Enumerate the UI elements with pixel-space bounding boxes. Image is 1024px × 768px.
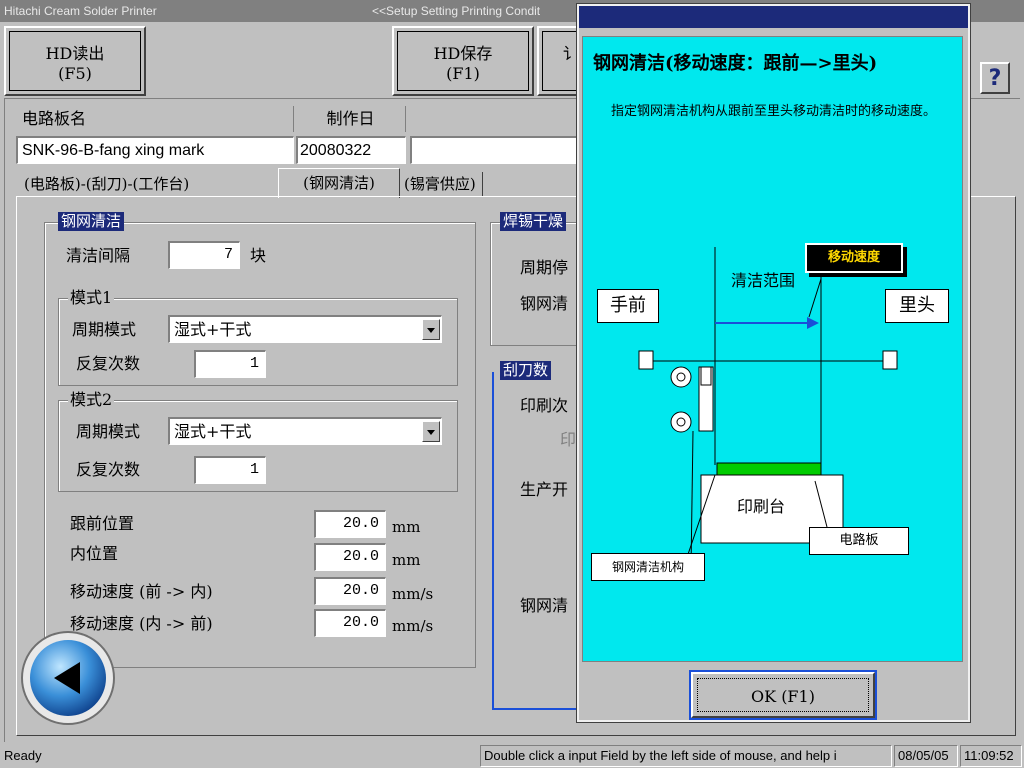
mode1-title: 模式1	[68, 288, 115, 308]
help-dialog: 钢网清洁(移动速度：跟前—>里头) 指定钢网清洁机构从跟前至里头移动清洁时的移动…	[576, 3, 971, 723]
solder-dry-title: 焊锡干燥	[500, 212, 567, 231]
mode1-cycle-value: 湿式+干式	[174, 320, 252, 339]
solder-dry-group	[490, 222, 590, 346]
hd-save-key: (F1)	[446, 64, 480, 83]
extra-field[interactable]	[410, 136, 580, 164]
cleaning-group-title: 钢网清洁	[58, 212, 125, 231]
status-bar: Ready Double click a input Field by the …	[0, 744, 1024, 768]
back-label: 里头	[885, 289, 949, 323]
status-time: 11:09:52	[960, 745, 1022, 767]
board-name-header: 电路板名	[16, 106, 294, 132]
window-subtitle: <<Setup Setting Printing Condit	[372, 4, 541, 18]
dialog-description: 指定钢网清洁机构从跟前至里头移动清洁时的移动速度。	[611, 104, 937, 119]
back-arrow-icon	[21, 631, 115, 725]
squeegee-title: 刮刀数	[500, 361, 552, 380]
status-ready: Ready	[4, 748, 42, 763]
window-title: Hitachi Cream Solder Printer	[4, 4, 157, 18]
hd-read-label: HD读出	[45, 44, 105, 63]
speed-out-input[interactable]: 20.0	[314, 609, 386, 637]
chevron-down-icon	[427, 430, 435, 435]
front-position-label: 跟前位置	[70, 514, 135, 533]
squeegee-row2: 印	[560, 430, 577, 449]
squeegee-row1: 印刷次	[520, 396, 569, 415]
status-hint: Double click a input Field by the left s…	[480, 745, 892, 767]
speed-in-unit: mm/s	[392, 585, 434, 603]
tab-solder-supply[interactable]: (锡膏供应)	[404, 172, 483, 196]
mode1-cycle-label: 周期模式	[72, 320, 137, 339]
cleaning-mechanism-label: 钢网清洁机构	[591, 553, 705, 581]
cleaning-range-label: 清洁范围	[731, 271, 796, 290]
speed-out-unit: mm/s	[392, 617, 434, 635]
speed-tag: 移动速度	[805, 243, 903, 273]
mode2-cycle-select[interactable]: 湿式+干式	[168, 417, 442, 445]
help-button[interactable]: ?	[980, 62, 1010, 94]
tab-stencil-cleaning[interactable]: (钢网清洁)	[278, 168, 400, 198]
solder-dry-row2: 钢网清	[520, 294, 569, 313]
chevron-down-icon	[427, 328, 435, 333]
front-position-input[interactable]: 20.0	[314, 510, 386, 538]
mode2-cycle-value: 湿式+干式	[174, 422, 252, 441]
mode1-repeat-label: 反复次数	[76, 354, 141, 373]
mode2-repeat-input[interactable]: 1	[194, 456, 266, 484]
interval-label: 清洁间隔	[66, 246, 131, 265]
mode1-dropdown-button[interactable]	[422, 319, 440, 340]
tab-board-squeegee-table[interactable]: (电路板)-(刮刀)-(工作台)	[24, 172, 189, 196]
date-field[interactable]: 20080322	[296, 136, 406, 164]
speed-in-input[interactable]: 20.0	[314, 577, 386, 605]
mode2-cycle-label: 周期模式	[76, 422, 141, 441]
hd-read-button[interactable]: HD读出 (F5)	[4, 26, 146, 96]
ok-button[interactable]: OK (F1)	[689, 670, 877, 720]
print-table-label: 印刷台	[737, 497, 786, 516]
squeegee-row3: 生产开	[520, 480, 569, 499]
mode1-repeat-input[interactable]: 1	[194, 350, 266, 378]
hd-read-key: (F5)	[58, 64, 92, 83]
hd-save-button[interactable]: HD保存 (F1)	[392, 26, 534, 96]
date-header: 制作日	[296, 106, 406, 132]
mode2-dropdown-button[interactable]	[422, 421, 440, 442]
status-date: 08/05/05	[894, 745, 958, 767]
front-position-unit: mm	[392, 518, 421, 536]
inner-position-unit: mm	[392, 551, 421, 569]
inner-position-label: 内位置	[70, 544, 119, 563]
dialog-heading: 钢网清洁(移动速度：跟前—>里头)	[593, 53, 878, 74]
mode2-title: 模式2	[68, 390, 115, 410]
circuit-board-label: 电路板	[809, 527, 909, 555]
board-name-label: 电路板名	[22, 109, 87, 128]
hd-save-label: HD保存	[433, 44, 493, 63]
squeegee-row4: 钢网清	[520, 596, 569, 615]
dialog-titlebar	[579, 6, 968, 28]
interval-unit: 块	[250, 246, 267, 265]
dialog-content: 钢网清洁(移动速度：跟前—>里头) 指定钢网清洁机构从跟前至里头移动清洁时的移动…	[582, 36, 963, 662]
help-icon: ?	[988, 66, 1002, 91]
front-label: 手前	[597, 289, 659, 323]
mode2-repeat-label: 反复次数	[76, 460, 141, 479]
interval-input[interactable]: 7	[168, 241, 240, 269]
date-label: 制作日	[326, 109, 375, 128]
speed-in-label: 移动速度 (前 -> 内)	[70, 582, 213, 601]
back-button[interactable]	[20, 630, 116, 726]
mode1-cycle-select[interactable]: 湿式+干式	[168, 315, 442, 343]
inner-position-input[interactable]: 20.0	[314, 543, 386, 571]
ok-button-label: OK (F1)	[751, 687, 815, 706]
board-name-field[interactable]: SNK-96-B-fang xing mark	[16, 136, 294, 164]
solder-dry-row1: 周期停	[520, 258, 569, 277]
